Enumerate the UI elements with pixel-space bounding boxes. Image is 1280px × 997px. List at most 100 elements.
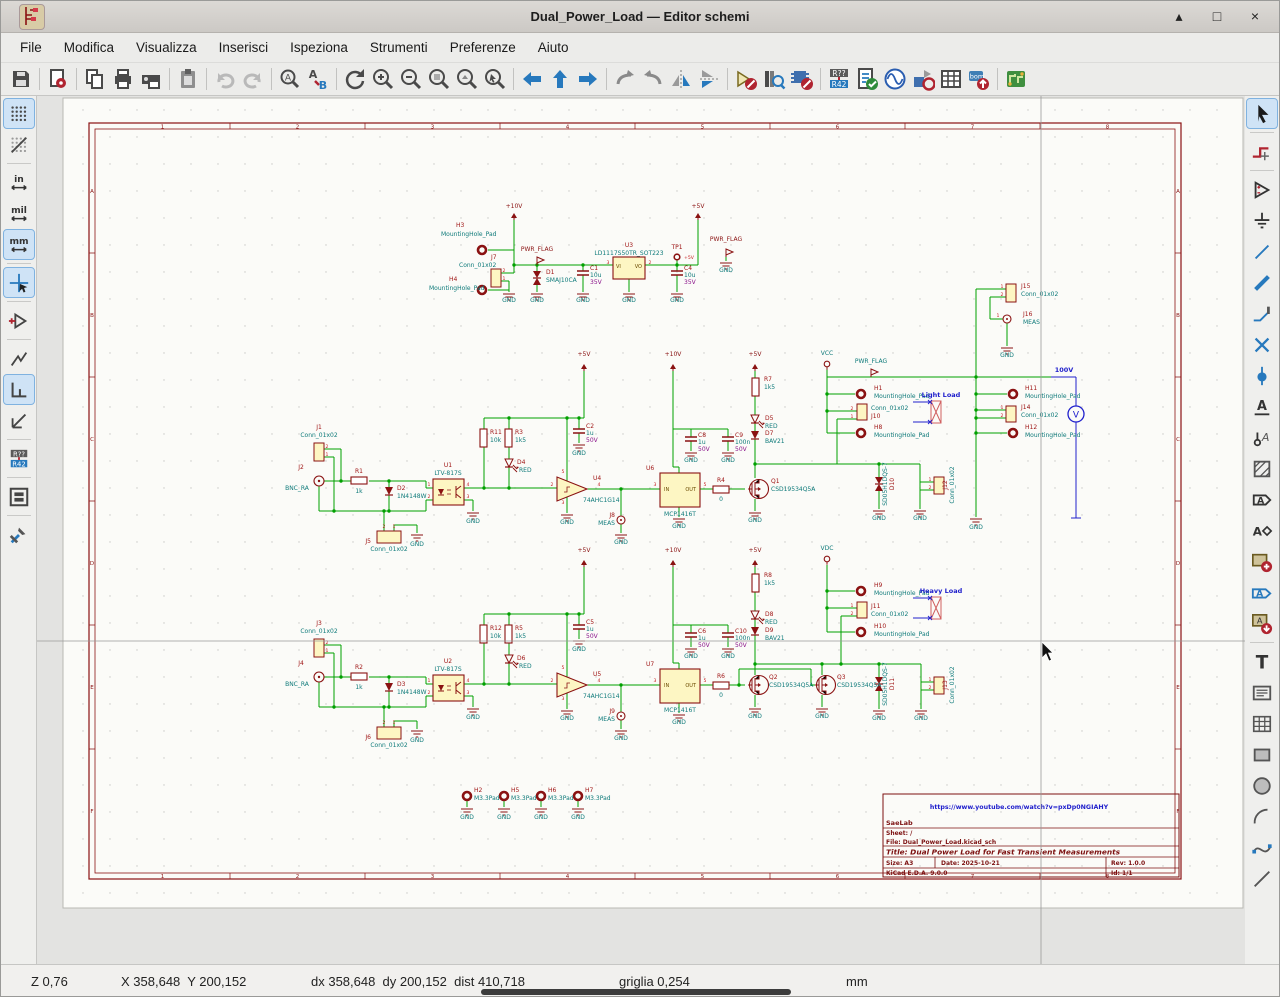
left-units-mil-button[interactable]: mil [4, 199, 34, 228]
toolbar-mirror-v-button[interactable] [695, 65, 723, 93]
toolbar-simulator-button[interactable] [881, 65, 909, 93]
right-global-label-button[interactable]: A [1247, 485, 1277, 514]
right-net-class-label-button[interactable]: A [1247, 423, 1277, 452]
minimize-button[interactable]: ▴ [1171, 8, 1187, 25]
right-add-power-button[interactable] [1247, 206, 1277, 235]
right-junction-button[interactable] [1247, 361, 1277, 390]
svg-text:Conn_01x02: Conn_01x02 [459, 262, 496, 269]
toolbar-nav-forward-button[interactable] [574, 65, 602, 93]
svg-text:2: 2 [326, 444, 329, 450]
right-rule-area-button[interactable] [1247, 454, 1277, 483]
toolbar-export-bom-button[interactable]: .bom [965, 65, 993, 93]
schematic-canvas[interactable]: 1122334455667788AABBCCDDEEFFhttps://www.… [37, 96, 1245, 966]
left-free-angle-wires-button[interactable] [4, 344, 34, 373]
right-no-connect-button[interactable] [1247, 330, 1277, 359]
toolbar-edit-symbol-button[interactable] [732, 65, 760, 93]
toolbar-paste-button[interactable] [174, 65, 202, 93]
left-ortho-wires-button[interactable] [4, 375, 34, 404]
toolbar-copy-button[interactable] [81, 65, 109, 93]
nav-up-icon [548, 67, 572, 91]
right-add-wire-button[interactable] [1247, 237, 1277, 266]
left-crosshair-cursor-button[interactable] [4, 268, 34, 297]
toolbar-zoom-in-button[interactable] [369, 65, 397, 93]
right-line-button[interactable] [1247, 864, 1277, 893]
schematic-drawing[interactable]: 1122334455667788AABBCCDDEEFFhttps://www.… [37, 96, 1245, 966]
toolbar-symbol-fields-table-button[interactable] [937, 65, 965, 93]
right-rectangle-button[interactable] [1247, 740, 1277, 769]
svg-text:J7: J7 [490, 254, 497, 261]
toolbar-find-replace-button[interactable]: AB [304, 65, 332, 93]
svg-text:V: V [1073, 411, 1080, 421]
toolbar-rotate-ccw-button[interactable] [611, 65, 639, 93]
menu-ispeziona[interactable]: Ispeziona [279, 35, 359, 60]
right-bezier-button[interactable] [1247, 833, 1277, 862]
toolbar-annotate-button[interactable]: R??R42 [825, 65, 853, 93]
horizontal-scrollbar[interactable] [481, 989, 791, 995]
right-net-label-button[interactable]: A [1247, 392, 1277, 421]
svg-text:M3.3Pad: M3.3Pad [474, 795, 500, 802]
right-circle-button[interactable] [1247, 771, 1277, 800]
toolbar-zoom-selection-button[interactable] [481, 65, 509, 93]
menu-visualizza[interactable]: Visualizza [125, 35, 208, 60]
svg-text:R8: R8 [764, 572, 772, 579]
toolbar-undo-button[interactable] [211, 65, 239, 93]
main-toolbar: AAB R??R42 .bom [1, 63, 1279, 96]
right-hier-sheet-button[interactable] [1247, 547, 1277, 576]
toolbar-nav-back-button[interactable] [518, 65, 546, 93]
right-text-box-button[interactable] [1247, 678, 1277, 707]
toolbar-nav-up-button[interactable] [546, 65, 574, 93]
menu-preferenze[interactable]: Preferenze [439, 35, 527, 60]
maximize-button[interactable]: □ [1209, 8, 1225, 25]
left-hidden-pins-button[interactable] [4, 306, 34, 335]
right-select-cursor-button[interactable] [1247, 99, 1277, 128]
toolbar-open-pcb-button[interactable] [1002, 65, 1030, 93]
toolbar-plot-button[interactable] [137, 65, 165, 93]
svg-text:CSD19534Q5A: CSD19534Q5A [769, 682, 814, 689]
left-annotate-auto-button[interactable]: R??R42 [4, 444, 34, 473]
toolbar-save-button[interactable] [7, 65, 35, 93]
right-add-symbol-button[interactable] [1247, 175, 1277, 204]
menu-aiuto[interactable]: Aiuto [527, 35, 580, 60]
right-hier-label-button[interactable]: A [1247, 516, 1277, 545]
svg-text:LTV-817S: LTV-817S [434, 470, 462, 477]
left-library-tools-button[interactable] [4, 520, 34, 549]
left-hierarchy-navigator-button[interactable] [4, 482, 34, 511]
toolbar-erc-button[interactable] [853, 65, 881, 93]
right-add-bus-button[interactable] [1247, 268, 1277, 297]
toolbar-edit-footprint-button[interactable] [788, 65, 816, 93]
zoom-fit-icon [427, 67, 451, 91]
toolbar-zoom-objects-button[interactable] [453, 65, 481, 93]
left-wires-45deg-button[interactable] [4, 406, 34, 435]
toolbar-browse-symbols-button[interactable] [760, 65, 788, 93]
right-table-button[interactable] [1247, 709, 1277, 738]
svg-text:Conn_01x02: Conn_01x02 [370, 742, 407, 749]
right-text-button[interactable]: T [1247, 647, 1277, 676]
toolbar-zoom-fit-button[interactable] [425, 65, 453, 93]
left-units-mm-button[interactable]: mm [4, 230, 34, 259]
left-grid-dots-button[interactable] [4, 99, 34, 128]
right-arc-button[interactable] [1247, 802, 1277, 831]
svg-text:VI: VI [616, 264, 621, 270]
toolbar-find-button[interactable]: A [276, 65, 304, 93]
toolbar-zoom-out-button[interactable] [397, 65, 425, 93]
right-highlight-net-button[interactable] [1247, 137, 1277, 166]
right-import-hier-label-button[interactable]: A [1247, 578, 1277, 607]
close-button[interactable]: × [1247, 8, 1263, 25]
menu-file[interactable]: File [9, 35, 53, 60]
svg-text:50V: 50V [698, 642, 711, 649]
menu-strumenti[interactable]: Strumenti [359, 35, 439, 60]
left-grid-off-button[interactable] [4, 130, 34, 159]
menu-modifica[interactable]: Modifica [53, 35, 125, 60]
menu-inserisci[interactable]: Inserisci [208, 35, 280, 60]
right-sheet-pin-button[interactable]: A [1247, 609, 1277, 638]
toolbar-sheet-settings-button[interactable] [44, 65, 72, 93]
annotate-auto-icon: R??R42 [8, 448, 30, 470]
toolbar-rotate-cw-button[interactable] [639, 65, 667, 93]
toolbar-redo-button[interactable] [239, 65, 267, 93]
toolbar-mirror-h-button[interactable] [667, 65, 695, 93]
right-bus-entry-button[interactable] [1247, 299, 1277, 328]
toolbar-print-button[interactable] [109, 65, 137, 93]
left-units-in-button[interactable]: in [4, 168, 34, 197]
toolbar-assign-footprints-button[interactable] [909, 65, 937, 93]
toolbar-refresh-button[interactable] [341, 65, 369, 93]
